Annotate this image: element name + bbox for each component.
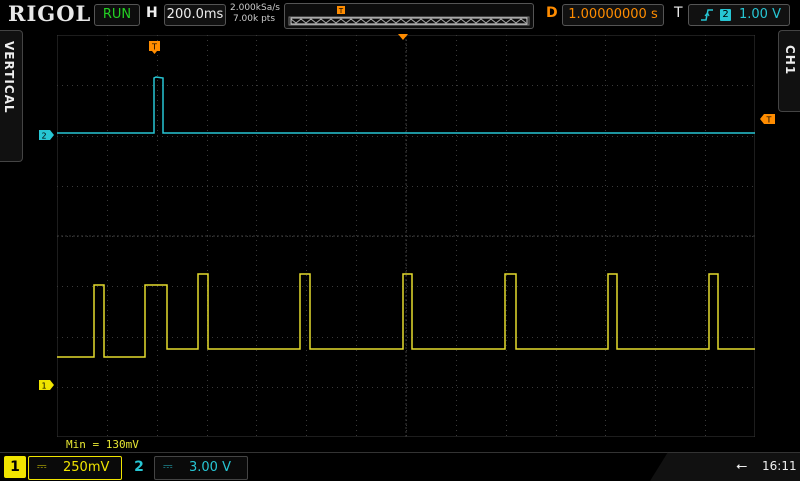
trigger-position-marker	[398, 34, 408, 40]
measurement-min: Min = 130mV	[66, 438, 139, 451]
ch1-menu-tab[interactable]: CH1	[778, 30, 800, 112]
ch2-coupling-icon: ⎓	[163, 459, 173, 473]
vertical-tab-label: VERTICAL	[2, 41, 16, 114]
ch1-number[interactable]: 1	[4, 456, 26, 478]
trigger-level: 1.00 V	[739, 7, 781, 22]
ch2-offset-marker[interactable]: 2	[39, 130, 55, 140]
graticule	[57, 35, 755, 437]
brand-logo: RIGOL	[8, 1, 92, 26]
memory-waveform-preview: T	[288, 6, 530, 26]
svg-text:2: 2	[41, 132, 46, 141]
sample-rate: 2.000kSa/s	[230, 3, 280, 13]
trigger-marker-icon: T	[337, 6, 345, 15]
ch1-coupling-icon: ⎓	[37, 459, 47, 473]
ch2-scale: 3.00 V	[189, 460, 231, 475]
ch1-tab-label: CH1	[783, 45, 797, 76]
svg-text:T: T	[338, 7, 344, 15]
ch1-offset-marker[interactable]: 1	[39, 380, 55, 390]
clock: 16:11	[762, 459, 797, 473]
ch2-scale-box[interactable]: ⎓ 3.00 V	[154, 456, 248, 480]
memory-depth: 7.00k pts	[232, 14, 276, 24]
usb-icon: ⭠	[736, 458, 748, 474]
rising-edge-icon	[701, 9, 713, 21]
horizontal-label: H	[146, 5, 158, 21]
trigger-marker-icon: T	[149, 41, 160, 54]
vertical-menu-tab[interactable]: VERTICAL	[0, 30, 23, 162]
ch2-number[interactable]: 2	[128, 456, 150, 478]
svg-text:T: T	[151, 43, 157, 52]
svg-text:1: 1	[41, 382, 46, 391]
ch1-scale: 250mV	[63, 460, 110, 475]
waveform-display[interactable]	[57, 35, 755, 437]
acquisition-info: 2.000kSa/s 7.00k pts	[230, 3, 280, 25]
delay-label: D	[546, 5, 558, 21]
timebase-value[interactable]: 200.0ms	[164, 4, 226, 26]
delay-value[interactable]: 1.00000000 s	[562, 4, 664, 26]
ch1-scale-box[interactable]: ⎓ 250mV	[28, 456, 122, 480]
trigger-settings[interactable]: 2 1.00 V	[688, 4, 790, 26]
memory-position-strip[interactable]: T	[284, 3, 534, 29]
trigger-source-badge: 2	[720, 9, 731, 21]
trigger-level-marker[interactable]: T	[759, 114, 775, 124]
svg-text:T: T	[766, 116, 772, 125]
run-status-button[interactable]: RUN	[94, 4, 140, 26]
trigger-label: T	[674, 5, 683, 21]
